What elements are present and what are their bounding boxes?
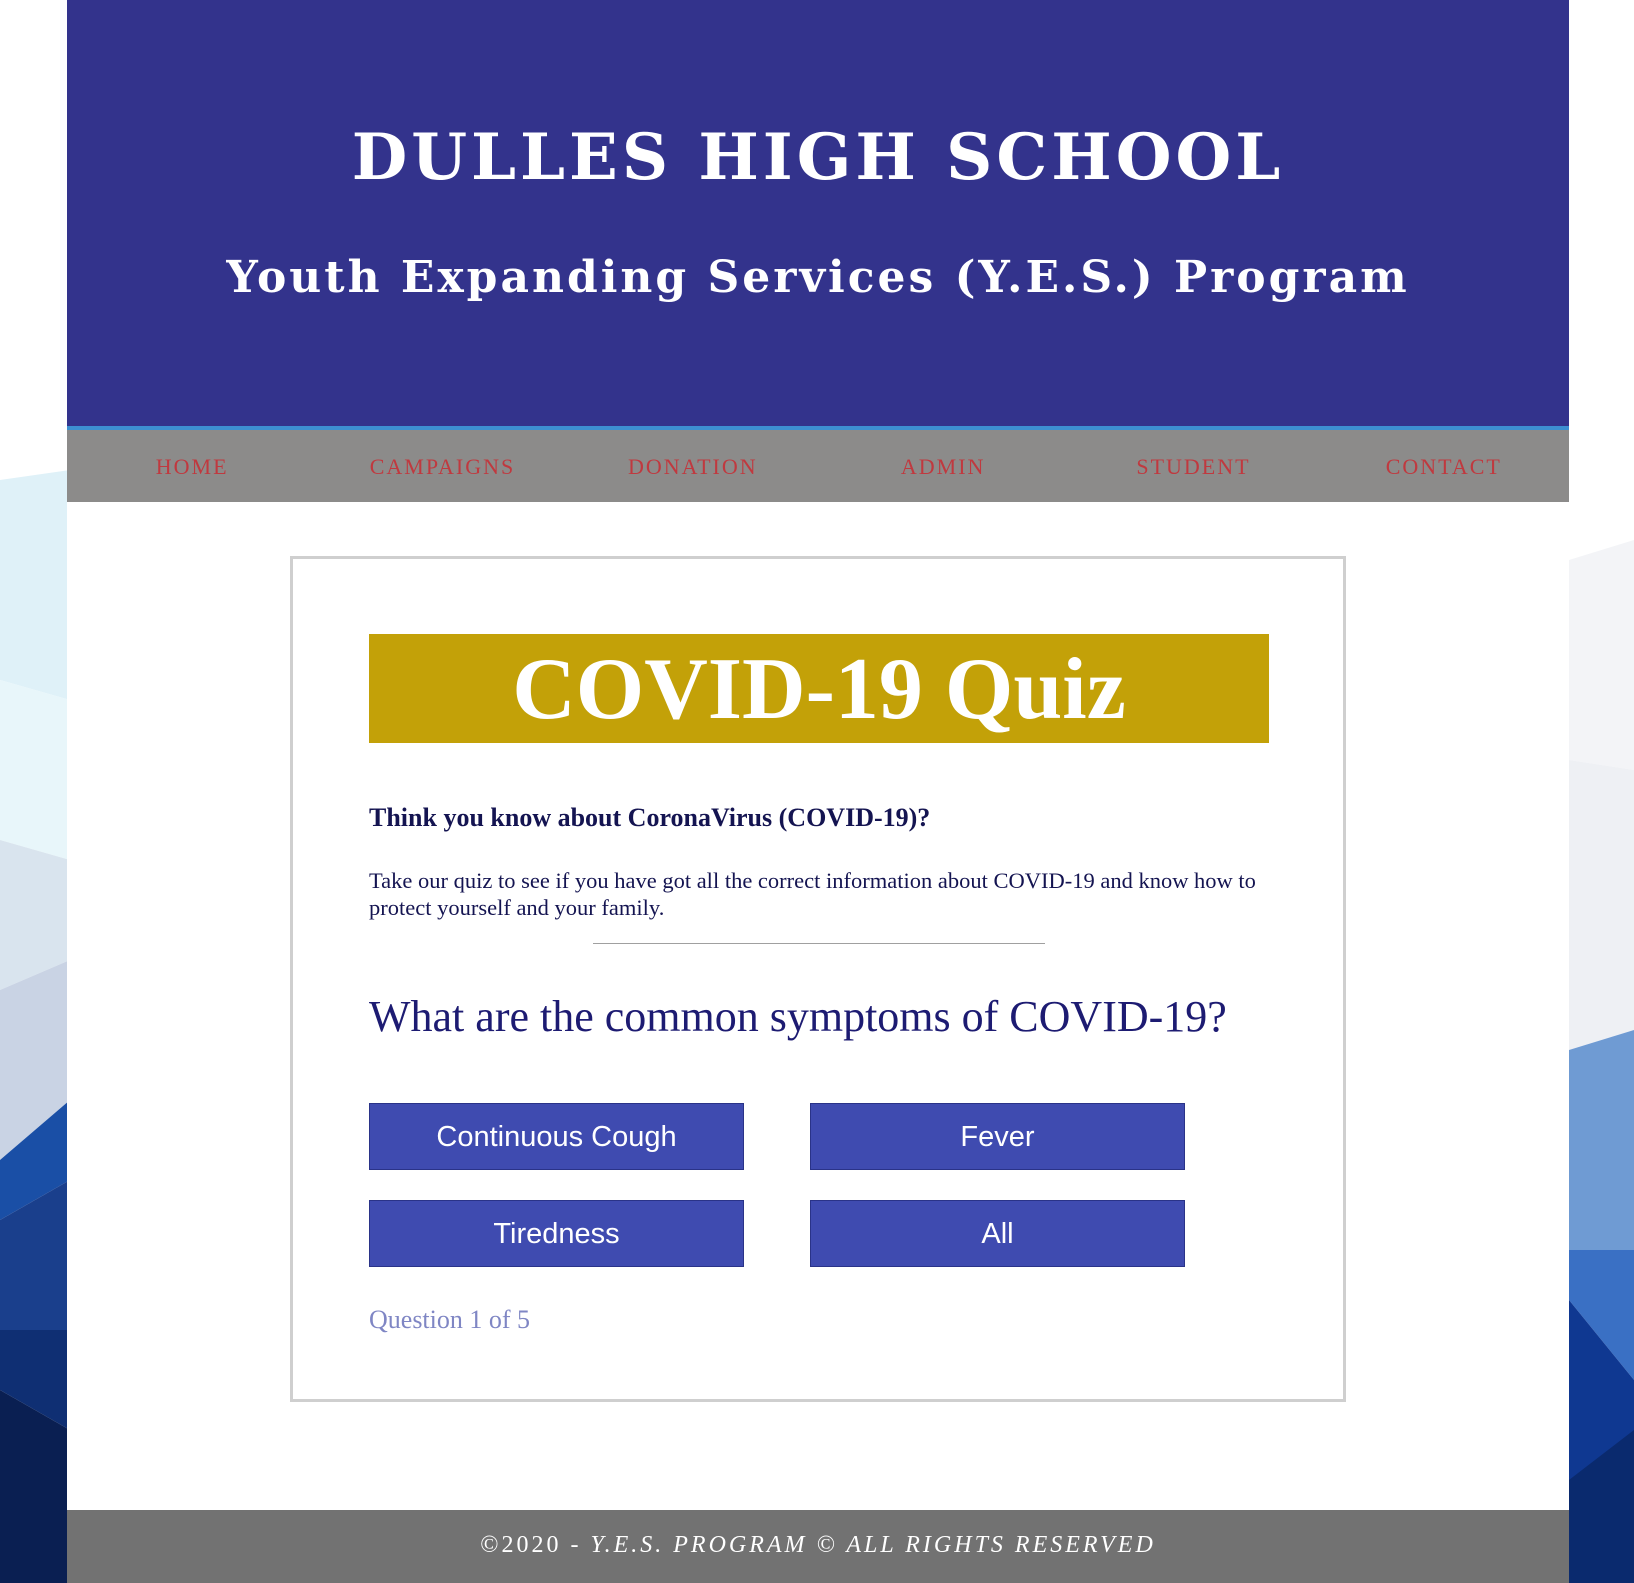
nav-item-home[interactable]: HOME xyxy=(67,430,317,502)
site-footer: ©2020 - Y.E.S. PROGRAM © ALL RIGHTS RESE… xyxy=(67,1510,1569,1583)
nav-item-admin[interactable]: ADMIN xyxy=(818,430,1068,502)
nav-item-student[interactable]: STUDENT xyxy=(1068,430,1318,502)
page-container: DULLES HIGH SCHOOL Youth Expanding Servi… xyxy=(67,0,1569,1583)
answer-button-all[interactable]: All xyxy=(810,1200,1185,1267)
divider xyxy=(593,943,1045,944)
site-header: DULLES HIGH SCHOOL Youth Expanding Servi… xyxy=(67,0,1569,430)
quiz-intro-text: Take our quiz to see if you have got all… xyxy=(369,868,1256,920)
quiz-intro-heading: Think you know about CoronaVirus (COVID-… xyxy=(369,803,931,832)
quiz-card: COVID-19 Quiz Think you know about Coron… xyxy=(290,556,1346,1402)
question-progress: Question 1 of 5 xyxy=(369,1305,531,1334)
main-nav: HOME CAMPAIGNS DONATION ADMIN STUDENT CO… xyxy=(67,430,1569,502)
quiz-question: What are the common symptoms of COVID-19… xyxy=(369,992,1227,1041)
footer-rights-text: Y.E.S. PROGRAM © ALL RIGHTS RESERVED xyxy=(590,1532,1156,1558)
answer-button-fever[interactable]: Fever xyxy=(810,1103,1185,1170)
quiz-title-banner: COVID-19 Quiz xyxy=(369,634,1269,743)
answer-button-tiredness[interactable]: Tiredness xyxy=(369,1200,744,1267)
nav-item-campaigns[interactable]: CAMPAIGNS xyxy=(317,430,567,502)
site-title: DULLES HIGH SCHOOL xyxy=(351,120,1285,195)
answer-button-continuous-cough[interactable]: Continuous Cough xyxy=(369,1103,744,1170)
footer-copyright-year: ©2020 - xyxy=(480,1532,591,1558)
nav-item-donation[interactable]: DONATION xyxy=(568,430,818,502)
site-subtitle: Youth Expanding Services (Y.E.S.) Progra… xyxy=(226,252,1410,303)
nav-item-contact[interactable]: CONTACT xyxy=(1319,430,1569,502)
